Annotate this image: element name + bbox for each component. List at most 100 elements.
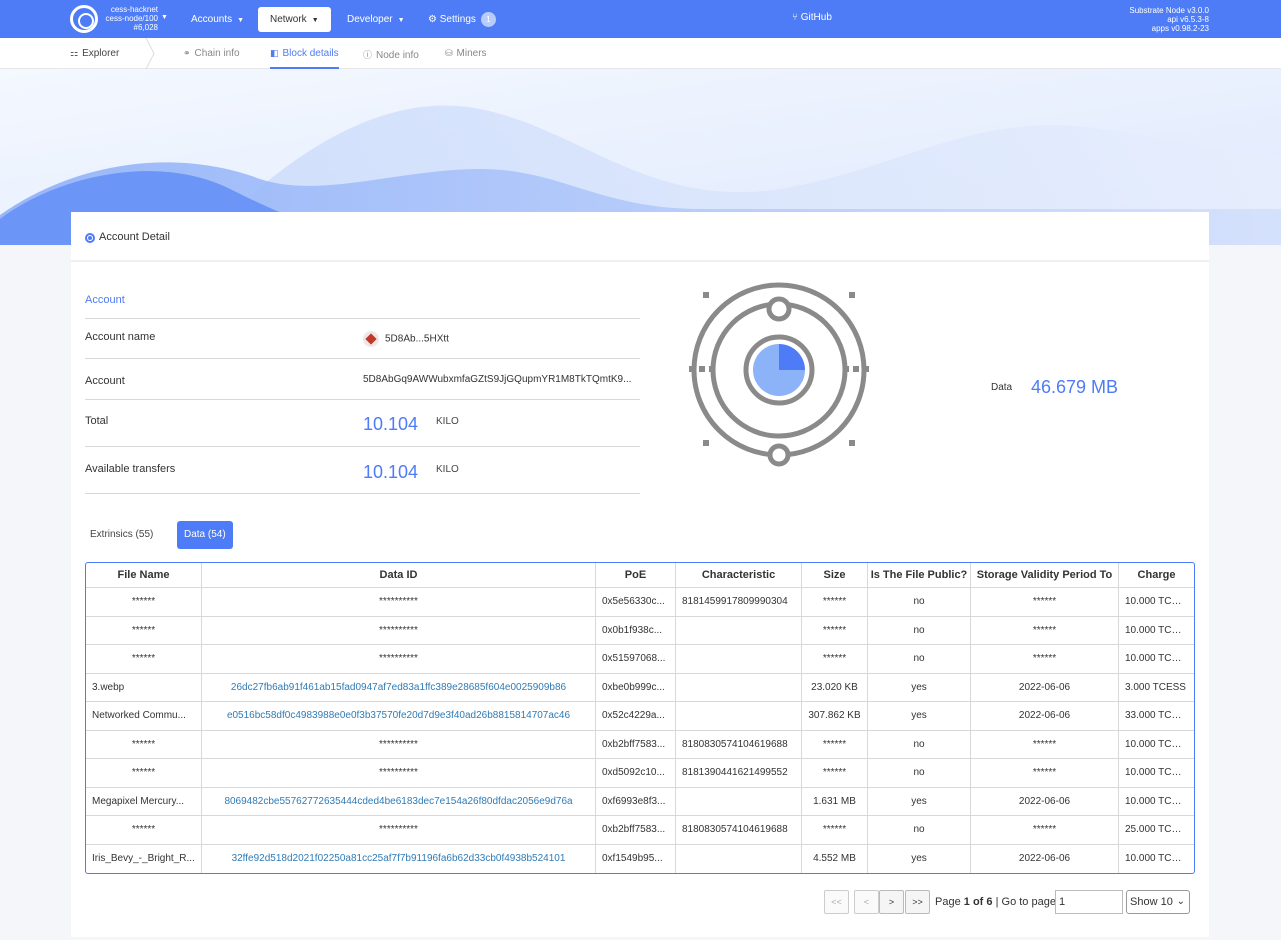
table-cell: 0xd5092c10... <box>596 759 676 788</box>
table-row[interactable]: Megapixel Mercury... 8069482cbe5576277263… <box>86 787 1194 816</box>
page-size-select[interactable]: Show 10 ⌄ <box>1126 890 1190 914</box>
table-cell: yes <box>868 844 971 873</box>
table-cell: yes <box>868 702 971 731</box>
tab-data[interactable]: Data (54) <box>177 521 233 549</box>
table-cell: 0x0b1f938c... <box>596 616 676 645</box>
table-cell: yes <box>868 787 971 816</box>
table-row[interactable]: Iris_Bevy_-_Bright_R... 32ffe92d518d2021f… <box>86 844 1194 873</box>
prev-page-button[interactable]: < <box>854 890 879 914</box>
tab-chain-info[interactable]: ⚭ Chain info <box>183 48 240 59</box>
top-bar: cess-hacknet cess-node/100 #6,028 ▼ Acco… <box>0 0 1281 38</box>
table-cell: 10.000 TCESS <box>1119 759 1194 788</box>
pagination: << < > >> Page 1 of 6 | Go to page: 1 Sh… <box>824 890 1204 914</box>
account-detail-panel: Account Detail Account Account name 5D8A… <box>71 212 1209 937</box>
table-cell: 0xf6993e8f3... <box>596 787 676 816</box>
github-link[interactable]: ⑂ GitHub <box>792 12 832 23</box>
nav-accounts-label: Accounts <box>191 14 233 25</box>
table-cell: ****** <box>971 730 1119 759</box>
table-cell: 25.000 TCESS <box>1119 816 1194 845</box>
table-cell[interactable]: 32ffe92d518d2021f02250a81cc25af7f7b91196… <box>202 844 596 873</box>
goto-page-input[interactable]: 1 <box>1055 890 1123 914</box>
panel-header: Account Detail <box>71 212 1209 262</box>
table-row[interactable]: ****** ********** 0xd5092c10... 81813904416… <box>86 759 1194 788</box>
node-name: cess-node/100 <box>105 14 158 23</box>
table-cell <box>676 645 802 674</box>
block-number: #6,028 <box>133 23 158 32</box>
table-cell: 10.000 TCESS <box>1119 645 1194 674</box>
table-cell: 10.000 TCESS <box>1119 588 1194 617</box>
table-row[interactable]: ****** ********** 0xb2bff7583... 8180830574… <box>86 730 1194 759</box>
radio-dot-icon <box>85 233 95 243</box>
table-cell: 10.000 TCESS <box>1125 853 1192 865</box>
table-cell: ********** <box>202 588 596 617</box>
nav-network[interactable]: Network ▼ <box>258 7 331 32</box>
table-cell <box>676 787 802 816</box>
chain-name: cess-hacknet <box>110 5 158 14</box>
identicon-icon <box>363 331 379 347</box>
chevron-down-icon[interactable]: ▼ <box>161 14 168 21</box>
column-header: Storage Validity Period To <box>971 563 1119 588</box>
table-cell: 23.020 KB <box>802 673 868 702</box>
nav-accounts[interactable]: Accounts ▼ <box>179 7 256 32</box>
table-cell <box>676 702 802 731</box>
settings-badge: 1 <box>480 12 496 27</box>
account-name-value[interactable]: 5D8Ab...5HXtt <box>363 331 449 347</box>
panel-title: Account Detail <box>99 231 170 243</box>
logo-icon[interactable] <box>70 5 98 33</box>
table-cell: 8181459917809990304 <box>676 588 802 617</box>
table-cell: 2022-06-06 <box>971 787 1119 816</box>
table-cell: 2022-06-06 <box>971 844 1119 873</box>
tab-block-details[interactable]: ◧ Block details <box>270 48 339 69</box>
available-unit: KILO <box>436 464 459 475</box>
chevron-down-icon: ▼ <box>237 17 245 24</box>
info-icon: ⓘ <box>363 50 373 60</box>
table-cell: 0xb2bff7583... <box>596 816 676 845</box>
table-row[interactable]: ****** ********** 0x51597068... ****** no ***… <box>86 645 1194 674</box>
table-cell: 0xbe0b999c... <box>596 673 676 702</box>
total-value: 10.104 <box>363 414 419 434</box>
tab-chain-info-label: Chain info <box>194 48 240 59</box>
chain-selector[interactable]: cess-hacknet cess-node/100 #6,028 <box>102 5 158 32</box>
table-cell: 8181390441621499552 <box>676 759 802 788</box>
table-row[interactable]: ****** ********** 0xb2bff7583... 8180830574… <box>86 816 1194 845</box>
account-address[interactable]: 5D8AbGq9AWWubxmfaGZtS9JjGQupmYR1M8TkTQmt… <box>363 374 640 385</box>
table-cell: ****** <box>86 588 202 617</box>
table-cell: ********** <box>202 816 596 845</box>
breadcrumb-chevron-icon <box>145 38 155 69</box>
table-header-row: File Name Data ID PoE Characteristic Size Is … <box>86 563 1194 588</box>
page-of: of <box>972 896 984 908</box>
table-cell: no <box>868 616 971 645</box>
tab-miners[interactable]: ⛁ Miners <box>445 48 487 59</box>
table-row[interactable]: 3.webp 26dc27fb6ab91f461ab15fad0947af7ed8… <box>86 673 1194 702</box>
table-cell[interactable]: 26dc27fb6ab91f461ab15fad0947af7ed83a1ffc… <box>202 673 596 702</box>
table-cell: 8180830574104619688 <box>676 816 802 845</box>
explorer-link[interactable]: ⚏ Explorer <box>70 48 119 59</box>
next-page-button[interactable]: > <box>879 890 904 914</box>
table-row[interactable]: Networked Commu... e0516bc58df0c4983988e0… <box>86 702 1194 731</box>
table-cell: 8180830574104619688 <box>676 730 802 759</box>
account-name-label: Account name <box>85 331 156 343</box>
table-cell[interactable]: 8069482cbe55762772635444cded4be6183dec7e… <box>202 787 596 816</box>
first-page-button[interactable]: << <box>824 890 849 914</box>
table-cell[interactable]: e0516bc58df0c4983988e0e0f3b37570fe20d7d9… <box>202 702 596 731</box>
table-cell: 0x52c4229a... <box>596 702 676 731</box>
table-cell: ****** <box>971 588 1119 617</box>
table-cell: ****** <box>86 730 202 759</box>
last-page-button[interactable]: >> <box>905 890 930 914</box>
nav-settings[interactable]: ⚙ Settings 1 <box>416 7 508 32</box>
total-label: Total <box>85 415 109 427</box>
tab-miners-label: Miners <box>456 48 487 59</box>
tab-extrinsics[interactable]: Extrinsics (55) <box>83 521 160 549</box>
table-cell: ****** <box>86 759 202 788</box>
page-current: 1 <box>963 896 970 908</box>
table-cell: ****** <box>971 645 1119 674</box>
nav-settings-label: Settings <box>439 14 476 25</box>
tab-node-info[interactable]: ⓘ Node info <box>363 48 419 61</box>
table-cell: 0xf1549b95... <box>596 844 676 873</box>
table-cell: 2022-06-06 <box>971 702 1119 731</box>
nav-developer-label: Developer <box>347 14 393 25</box>
table-row[interactable]: ****** ********** 0x5e56330c... 81814599178… <box>86 588 1194 617</box>
row-available: Available transfers 10.104 KILO <box>85 446 640 494</box>
nav-developer[interactable]: Developer ▼ <box>335 7 417 32</box>
table-row[interactable]: ****** ********** 0x0b1f938c... ****** no ***… <box>86 616 1194 645</box>
